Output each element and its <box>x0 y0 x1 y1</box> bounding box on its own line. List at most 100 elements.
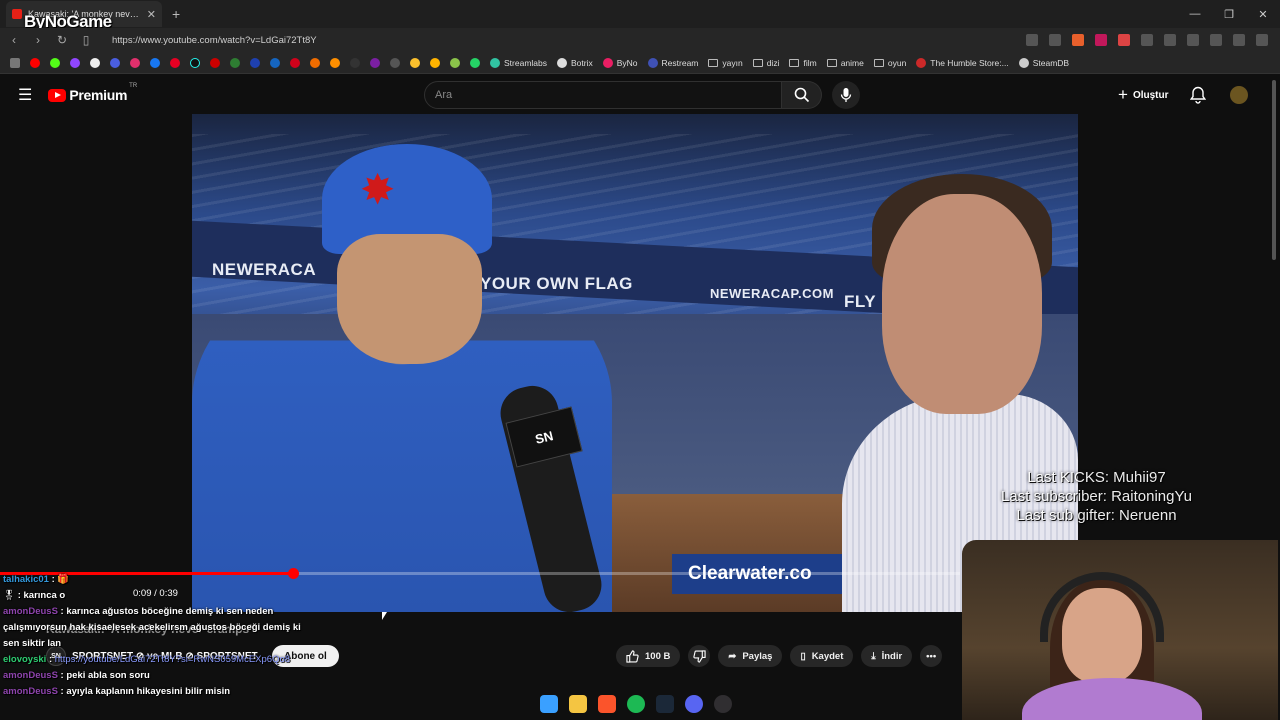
like-button[interactable]: 100 B <box>616 645 681 667</box>
hamburger-menu-icon[interactable]: ☰ <box>18 85 32 105</box>
image-bookmark-icon[interactable] <box>390 57 400 68</box>
browser-tab-bar: Kawasaki: 'A monkey never c... ✕ + — ❐ ✕ <box>0 0 1280 28</box>
youtube-premium-logo[interactable]: Premium TR <box>48 83 137 103</box>
y-bookmark-icon[interactable] <box>290 57 300 68</box>
bookmark-label: Restream <box>661 57 699 68</box>
bookmark-folder-anime[interactable]: anime <box>826 58 864 68</box>
b-bookmark-icon[interactable] <box>250 57 260 68</box>
brave-browser-icon[interactable] <box>598 695 616 713</box>
green-bookmark-icon[interactable] <box>230 57 240 68</box>
url-field[interactable]: https://www.youtube.com/watch?v=LdGai72T… <box>112 35 1026 46</box>
amazon-bookmark-icon[interactable] <box>350 57 360 68</box>
botrix-icon <box>557 57 567 68</box>
download-icon: ⤓ <box>871 650 876 662</box>
yellow-bookmark-icon[interactable] <box>410 57 420 68</box>
maximize-button[interactable]: ❐ <box>1212 0 1246 28</box>
save-button[interactable]: ▯ Kaydet <box>790 645 854 667</box>
orange-bookmark-icon[interactable] <box>310 57 320 68</box>
bookmark-icon[interactable]: ▯ <box>76 33 96 47</box>
chat-message: amonDeusS : ayıyla kaplanın hikayesini b… <box>3 686 231 697</box>
purple-bookmark-icon[interactable] <box>370 57 380 68</box>
bookmark-label: yayın <box>722 57 743 68</box>
new-tab-button[interactable]: + <box>172 6 180 22</box>
bookmark-folder-yayin[interactable]: yayın <box>708 57 743 68</box>
chat-username: talhakic01 <box>3 574 49 585</box>
rewards-icon[interactable] <box>1095 34 1107 46</box>
bookmark-byno[interactable]: ByNo <box>602 57 638 68</box>
sidebar-icon[interactable] <box>1187 34 1199 46</box>
search-input[interactable]: Ara <box>424 81 782 109</box>
puzzle-icon[interactable] <box>1164 34 1176 46</box>
youtube-play-icon <box>48 88 67 102</box>
last-subscriber: Last subscriber: RaitoningYu <box>1001 488 1192 505</box>
brave-shield-icon[interactable] <box>1072 34 1084 46</box>
forward-icon[interactable]: › <box>28 33 48 47</box>
whatsapp-bookmark-icon[interactable] <box>470 57 480 68</box>
back-icon[interactable]: ‹ <box>4 33 24 47</box>
account-avatar[interactable] <box>1230 86 1248 104</box>
close-window-button[interactable]: ✕ <box>1246 0 1280 28</box>
twitch-bookmark-icon[interactable] <box>70 57 80 68</box>
page-scrollbar[interactable] <box>1272 80 1276 260</box>
notifications-bell-icon[interactable] <box>1190 86 1206 104</box>
instagram-bookmark-icon[interactable] <box>130 57 140 68</box>
reload-icon[interactable]: ↻ <box>52 33 72 47</box>
bookmark-humble-store[interactable]: The Humble Store:... <box>916 57 1009 68</box>
lime-bookmark-icon[interactable] <box>450 57 460 68</box>
gmail-icon[interactable] <box>1118 34 1130 46</box>
chat-text: peki abla son soru <box>66 670 150 681</box>
search-button[interactable] <box>782 81 822 109</box>
dislike-button[interactable] <box>688 645 711 667</box>
play-bookmark-icon[interactable] <box>270 57 280 68</box>
bookmark-streamlabs[interactable]: Streamlabs <box>490 57 547 68</box>
spotify-icon[interactable] <box>627 695 645 713</box>
bookmark-label: oyun <box>887 57 907 68</box>
music-icon[interactable] <box>1210 34 1222 46</box>
bookmark-restream[interactable]: Restream <box>647 57 699 68</box>
bookmark-botrix[interactable]: Botrix <box>557 57 593 68</box>
download-button[interactable]: ⤓ İndir <box>861 645 913 667</box>
hb-bookmark-icon[interactable] <box>330 57 340 68</box>
video-player[interactable]: NEWERACA YOUR OWN FLAG NEWERACAP.COM FLY… <box>192 114 1078 612</box>
bookmark-folder-film[interactable]: film <box>789 58 817 68</box>
steamdb-icon <box>1018 57 1029 68</box>
bookmark-folder-dizi[interactable]: dizi <box>752 58 779 68</box>
create-button[interactable]: + Oluştur <box>1118 83 1169 107</box>
voice-search-button[interactable] <box>832 81 860 109</box>
kick-bookmark-icon[interactable] <box>50 57 60 68</box>
player-face <box>337 234 482 364</box>
apps-grid-icon[interactable] <box>10 57 20 68</box>
tab-bookmark-icon[interactable] <box>110 57 120 68</box>
discord-icon[interactable] <box>685 695 703 713</box>
tiktok-bookmark-icon[interactable] <box>190 57 200 68</box>
tab-close-icon[interactable]: ✕ <box>147 8 156 21</box>
screen-icon[interactable] <box>1026 34 1038 46</box>
logo-text: Premium <box>69 87 128 103</box>
facebook-bookmark-icon[interactable] <box>150 57 160 68</box>
x-bookmark-icon[interactable] <box>90 57 100 68</box>
badge-icon: 🎖 <box>3 590 16 601</box>
obs-icon[interactable] <box>714 695 732 713</box>
save-label: Kaydet <box>811 650 844 662</box>
share-arrow-icon: ➦ <box>728 650 737 662</box>
wallet-icon[interactable] <box>1233 34 1245 46</box>
microphone-icon <box>840 88 852 102</box>
thumbs-down-icon <box>693 649 706 663</box>
red-bookmark-icon[interactable] <box>210 57 220 68</box>
windows-start-icon[interactable] <box>540 695 558 713</box>
steam-icon[interactable] <box>656 695 674 713</box>
share-button[interactable]: ➦ Paylaş <box>718 645 783 667</box>
more-actions-button[interactable]: ••• <box>920 645 943 667</box>
extension-icon[interactable] <box>1141 34 1153 46</box>
bookmark-folder-oyun[interactable]: oyun <box>873 57 907 68</box>
pinterest-bookmark-icon[interactable] <box>170 57 180 68</box>
menu-icon[interactable] <box>1256 34 1268 46</box>
file-explorer-icon[interactable] <box>569 695 587 713</box>
streamer-figure <box>1022 568 1202 720</box>
share-icon[interactable] <box>1049 34 1061 46</box>
diamond-bookmark-icon[interactable] <box>430 57 440 68</box>
minimize-button[interactable]: — <box>1178 0 1212 28</box>
bookmark-steamdb[interactable]: SteamDB <box>1018 57 1069 68</box>
chat-message: talhakic01 : 🎁 <box>3 574 70 585</box>
youtube-bookmark-icon[interactable] <box>30 57 40 68</box>
